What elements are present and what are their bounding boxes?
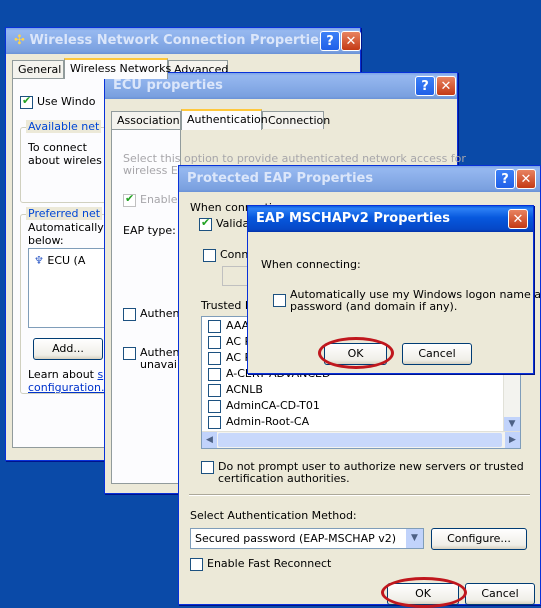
preferred-networks-list[interactable]: ♆ ECU (A [28,248,108,328]
separator [189,494,530,496]
network-icon: ✣ [14,33,25,48]
configure-button[interactable]: Configure... [431,528,527,550]
mschapv2-title: EAP MSCHAPv2 Properties [256,211,450,226]
use-windows-label: Use Windo [37,95,96,108]
ok-highlight-oval [381,577,467,608]
method-value: Secured password (EAP-MSCHAP v2) [195,532,397,545]
chevron-down-icon[interactable]: ▼ [406,529,423,548]
list-item[interactable]: ACNLB [208,383,263,397]
list-item[interactable]: AC R [208,335,252,349]
cancel-button[interactable]: Cancel [402,343,472,365]
help-button[interactable]: ? [415,76,435,96]
learn-about-text: Learn about s [28,368,103,381]
close-button[interactable]: ✕ [508,209,528,229]
ok-highlight-oval [318,337,394,369]
validate-certificate-checkbox[interactable] [199,216,212,231]
enable-label: Enable [140,193,178,206]
cancel-button[interactable]: Cancel [465,583,535,605]
ca-checkbox[interactable] [208,399,221,413]
auto-use-logon-label-2: password (and domain if any). [290,300,458,313]
tab-association[interactable]: Association [111,111,181,129]
unavailable-label: unavail [140,358,181,371]
ca-checkbox[interactable] [208,351,221,365]
tab-general[interactable]: General [12,60,64,78]
learn-link[interactable]: s [97,368,103,381]
ca-label: Admin-Root-CA [226,415,310,428]
ca-label: AAA [226,319,250,332]
help-button[interactable]: ? [320,31,340,51]
close-button[interactable]: ✕ [516,169,536,189]
eap-type-label: EAP type: [123,224,176,237]
learn-about-label: Learn about [28,368,94,381]
to-connect-text-1: To connect [28,141,87,154]
preferred-networks-label: Preferred net [26,207,103,220]
list-item[interactable]: ♆ ECU (A [34,254,85,267]
configuration-link[interactable]: configuration. [28,381,104,394]
ca-checkbox[interactable] [208,383,221,397]
mschapv2-titlebar[interactable]: EAP MSCHAPv2 Properties [248,206,533,232]
connect-servers-checkbox[interactable] [203,249,216,262]
authenticate-computer-checkbox[interactable] [123,308,136,321]
when-connecting-label: When connecting: [261,258,361,271]
authenticate-guest-checkbox[interactable] [123,347,136,360]
ca-checkbox[interactable] [208,367,221,381]
list-item[interactable]: AC R [208,351,252,365]
ca-label: ACNLB [226,383,263,396]
fast-reconnect-checkbox[interactable] [190,558,203,571]
list-item[interactable]: Admin-Root-CA [208,415,309,429]
do-not-prompt-label-2: certification authorities. [218,472,350,485]
tab-authentication[interactable]: Authentication [181,109,268,130]
ca-checkbox[interactable] [208,319,221,333]
mschapv2-window: EAP MSCHAPv2 Properties ✕ When connectin… [247,205,541,374]
ca-checkbox[interactable] [208,415,221,429]
use-windows-checkbox[interactable] [20,94,33,109]
auto-use-logon-checkbox[interactable] [273,294,286,307]
ecu-properties-title: ECU properties [113,78,223,93]
trusted-root-label: Trusted R [201,299,253,312]
help-button[interactable]: ? [495,169,515,189]
add-button[interactable]: Add... [33,338,103,360]
select-method-label: Select Authentication Method: [190,509,357,522]
enable-checkbox[interactable] [123,192,136,207]
list-item[interactable]: AAA [208,319,249,333]
available-networks-label: Available net [26,120,102,133]
protected-eap-titlebar[interactable]: Protected EAP Properties [179,166,540,192]
automatically-text: Automatically [28,221,104,234]
tab-connection[interactable]: Connection [262,111,330,129]
chevron-down-icon[interactable]: ▼ [504,417,520,432]
scroll-thumb[interactable] [218,433,502,447]
chevron-right-icon[interactable]: ▶ [505,432,520,448]
horizontal-scrollbar[interactable]: ◀ ▶ [202,431,520,448]
protected-eap-title: Protected EAP Properties [187,171,374,186]
authentication-method-select[interactable]: Secured password (EAP-MSCHAP v2) ▼ [190,528,424,549]
wireless-properties-titlebar[interactable]: ✣ Wireless Network Connection Properties [6,28,360,54]
below-text: below: [28,234,64,247]
do-not-prompt-checkbox[interactable] [201,461,214,474]
list-item[interactable]: AdminCA-CD-T01 [208,399,320,413]
wireless-antenna-icon: ♆ [34,254,44,267]
ca-label: AdminCA-CD-T01 [226,399,320,412]
close-button[interactable]: ✕ [341,31,361,51]
chevron-left-icon[interactable]: ◀ [202,432,217,448]
network-item-label: ECU (A [47,254,86,267]
wireless-properties-title: Wireless Network Connection Properties [29,33,327,48]
close-button[interactable]: ✕ [436,76,456,96]
to-connect-text-2: about wireles [28,154,102,167]
ca-checkbox[interactable] [208,335,221,349]
fast-reconnect-label: Enable Fast Reconnect [207,557,332,570]
tab-wireless-networks[interactable]: Wireless Networks [64,58,171,79]
